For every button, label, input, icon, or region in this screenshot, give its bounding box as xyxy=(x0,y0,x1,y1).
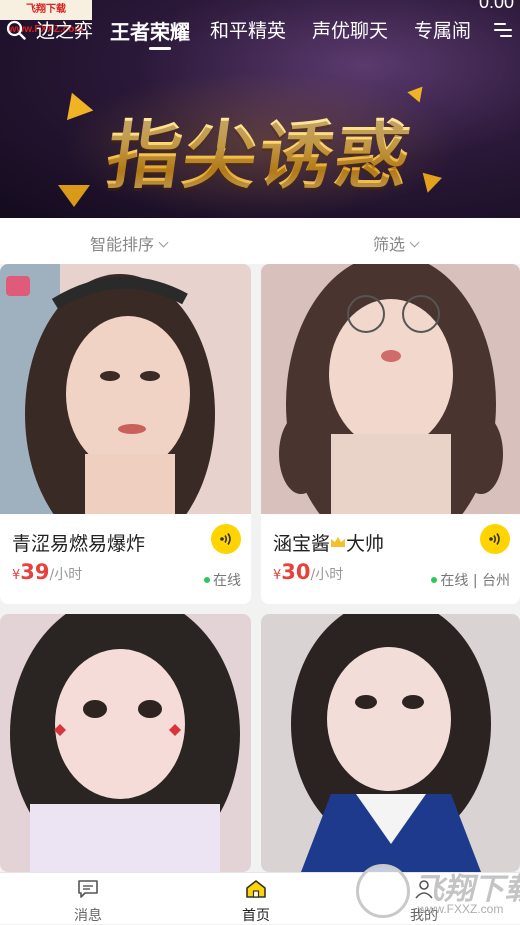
tab-hepingjingying[interactable]: 和平精英 xyxy=(210,16,286,43)
sound-icon xyxy=(220,533,231,545)
watermark-bottom: 飞翔下载 www.FXXZ.com xyxy=(352,858,520,924)
tab-wangzherongyao[interactable]: 王者荣耀 xyxy=(110,16,190,45)
companion-card[interactable] xyxy=(261,614,520,872)
online-status: 在线 | 台州 xyxy=(431,570,510,590)
companion-name: 青涩易燃易爆炸 xyxy=(12,533,146,555)
price: ¥30/小时 xyxy=(273,560,343,584)
price-unit: /小时 xyxy=(49,567,83,583)
active-tab-indicator xyxy=(149,47,171,50)
tab-zhuanshu[interactable]: 专属闹 xyxy=(414,16,471,43)
filter-bar: 智能排序 筛选 xyxy=(0,218,520,264)
profile-photo xyxy=(0,614,251,872)
tabbar-label: 首页 xyxy=(242,908,270,924)
tabbar-label: 消息 xyxy=(74,908,102,924)
sort-dropdown[interactable]: 智能排序 xyxy=(90,231,169,255)
price-unit: /小时 xyxy=(310,567,344,583)
companion-name-part: 涵宝酱 xyxy=(273,533,331,555)
profile-photo xyxy=(0,264,251,514)
watermark-logo xyxy=(356,864,410,918)
banner-title: 指尖诱惑 xyxy=(67,96,452,203)
sort-label: 智能排序 xyxy=(90,235,155,254)
category-nav: 边之弈 王者荣耀 和平精英 声优聊天 专属闹 xyxy=(0,12,520,50)
companion-name: 涵宝酱 大帅 xyxy=(273,529,384,556)
voice-play-button[interactable] xyxy=(480,524,510,554)
tab-category-1[interactable]: 边之弈 xyxy=(36,16,93,43)
chevron-down-icon xyxy=(158,237,169,248)
price: ¥39/小时 xyxy=(12,560,82,584)
sound-icon xyxy=(489,533,500,545)
filter-dropdown[interactable]: 筛选 xyxy=(373,231,420,255)
watermark-url: www.FXXZ.com xyxy=(418,902,504,916)
message-icon xyxy=(78,880,98,898)
companion-card[interactable]: 涵宝酱 大帅 ¥30/小时 在线 | 台州 xyxy=(261,264,520,604)
search-icon[interactable] xyxy=(6,20,26,40)
filter-label: 筛选 xyxy=(373,235,406,254)
tab-shengyouliaotian[interactable]: 声优聊天 xyxy=(312,16,388,43)
online-status: 在线 xyxy=(204,570,241,590)
online-dot-icon xyxy=(204,577,210,583)
profile-photo xyxy=(261,614,520,872)
status-text: 在线 xyxy=(213,573,241,589)
chevron-down-icon xyxy=(409,237,420,248)
status-text: 在线 | 台州 xyxy=(440,573,510,589)
voice-play-button[interactable] xyxy=(211,524,241,554)
tabbar-item-home[interactable]: 首页 xyxy=(226,879,286,925)
menu-icon[interactable] xyxy=(494,22,512,38)
profile-photo xyxy=(261,264,520,514)
crown-icon xyxy=(331,537,346,547)
companion-card[interactable] xyxy=(0,614,251,872)
home-icon xyxy=(246,880,266,898)
companion-card[interactable]: 青涩易燃易爆炸 ¥39/小时 在线 xyxy=(0,264,251,604)
price-amount: 30 xyxy=(281,560,311,584)
online-dot-icon xyxy=(431,577,438,583)
tabbar-item-messages[interactable]: 消息 xyxy=(58,879,118,925)
companion-name-part: 大帅 xyxy=(346,533,385,555)
price-amount: 39 xyxy=(20,560,50,584)
